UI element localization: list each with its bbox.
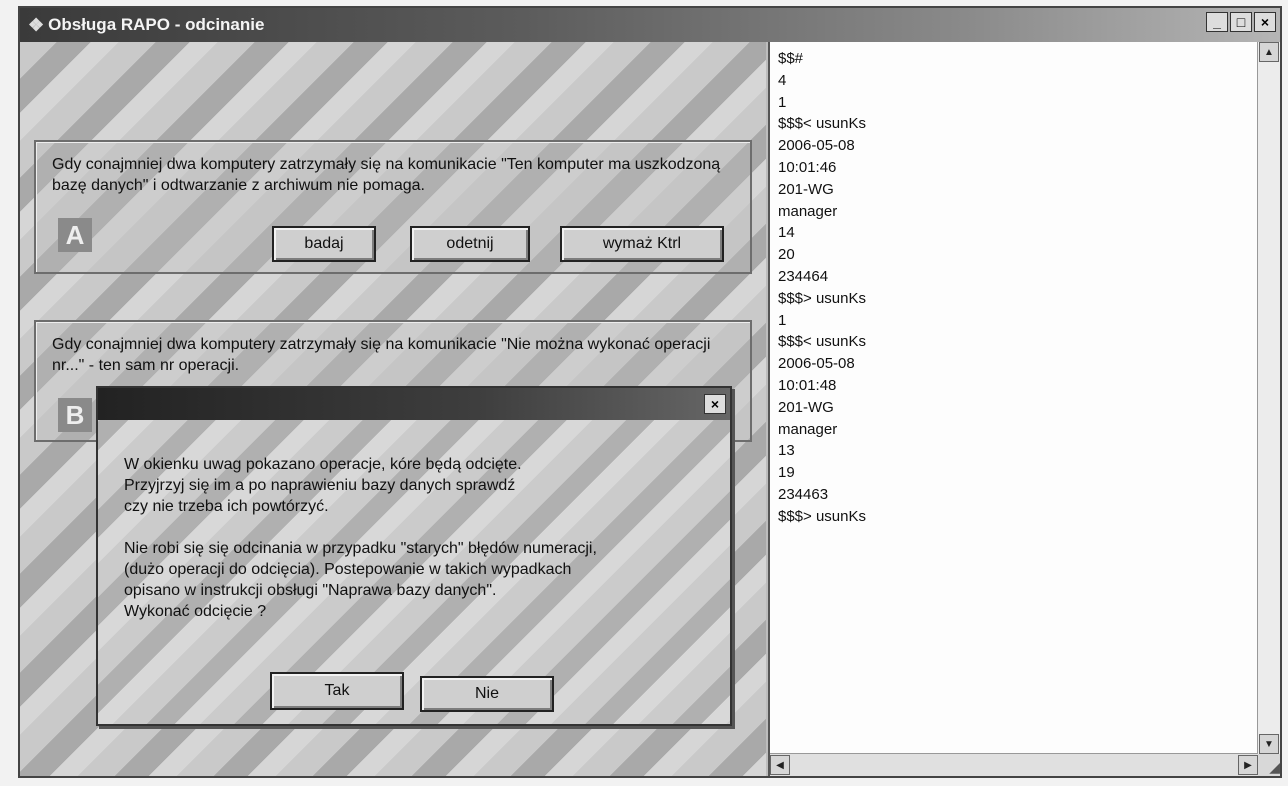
log-line: 201-WG bbox=[778, 180, 834, 198]
dialog-title-bar[interactable]: × bbox=[98, 388, 730, 420]
panel-a-text: Gdy conajmniej dwa komputery zatrzymały … bbox=[52, 156, 721, 194]
nie-button[interactable]: Nie bbox=[420, 676, 554, 712]
arrow-right-icon[interactable]: ▶ bbox=[1238, 755, 1258, 775]
log-line: 234464 bbox=[778, 267, 829, 285]
log-line: 14 bbox=[778, 224, 795, 242]
arrow-down-icon[interactable]: ▼ bbox=[1259, 734, 1279, 754]
odetnij-button[interactable]: odetnij bbox=[410, 226, 530, 262]
log-line: 2006-05-08 bbox=[778, 137, 855, 155]
log-line: 10:01:46 bbox=[778, 158, 837, 176]
log-line: 20 bbox=[778, 246, 795, 264]
panel-b-text: Gdy conajmniej dwa komputery zatrzymały … bbox=[52, 336, 711, 374]
wymaz-ktrl-button[interactable]: wymaż Ktrl bbox=[560, 226, 724, 262]
resize-grip-icon[interactable]: ◢ bbox=[1258, 754, 1280, 776]
vertical-scrollbar[interactable]: ▲ ▼ bbox=[1257, 42, 1280, 754]
horizontal-scrollbar[interactable]: ◀ ▶ bbox=[770, 753, 1258, 776]
window-controls: _ □ × bbox=[1206, 12, 1276, 32]
close-button[interactable]: × bbox=[1254, 12, 1276, 32]
log-line: 1 bbox=[778, 311, 787, 329]
badge-b: B bbox=[58, 398, 92, 432]
log-line: $$$> usunKs bbox=[778, 507, 866, 525]
confirm-dialog: × W okienku uwag pokazano operacje, kóre… bbox=[96, 386, 732, 726]
log-line: 234463 bbox=[778, 485, 829, 503]
window-title: Obsługa RAPO - odcinanie bbox=[48, 15, 265, 34]
dialog-message: W okienku uwag pokazano operacje, kóre b… bbox=[124, 456, 597, 620]
app-icon: ❖ bbox=[28, 14, 45, 35]
title-bar[interactable]: ❖ Obsługa RAPO - odcinanie _ □ × bbox=[20, 8, 1280, 42]
log-line: manager bbox=[778, 202, 838, 220]
log-textarea[interactable]: $$# 4 1 $$$< usunKs 2006-05-08 10:01:46 201-WG… bbox=[768, 42, 1280, 776]
dialog-close-button[interactable]: × bbox=[704, 394, 726, 414]
maximize-button[interactable]: □ bbox=[1230, 12, 1252, 32]
log-lines: $$# 4 1 $$$< usunKs 2006-05-08 10:01:46 201-WG… bbox=[778, 48, 866, 528]
log-line: 13 bbox=[778, 442, 795, 460]
badge-a: A bbox=[58, 218, 92, 252]
log-line: $$$< usunKs bbox=[778, 333, 866, 351]
arrow-up-icon[interactable]: ▲ bbox=[1259, 42, 1279, 62]
log-line: 19 bbox=[778, 464, 795, 482]
log-line: 1 bbox=[778, 93, 787, 111]
log-line: 201-WG bbox=[778, 398, 834, 416]
log-line: $$$> usunKs bbox=[778, 289, 866, 307]
minimize-button[interactable]: _ bbox=[1206, 12, 1228, 32]
log-line: manager bbox=[778, 420, 838, 438]
panel-a: Gdy conajmniej dwa komputery zatrzymały … bbox=[34, 140, 752, 274]
log-line: $$$< usunKs bbox=[778, 115, 866, 133]
tak-button[interactable]: Tak bbox=[270, 672, 404, 710]
log-line: 2006-05-08 bbox=[778, 355, 855, 373]
badaj-button[interactable]: badaj bbox=[272, 226, 376, 262]
arrow-left-icon[interactable]: ◀ bbox=[770, 755, 790, 775]
log-line: 10:01:48 bbox=[778, 376, 837, 394]
log-line: 4 bbox=[778, 71, 787, 89]
log-line: $$# bbox=[778, 50, 804, 67]
